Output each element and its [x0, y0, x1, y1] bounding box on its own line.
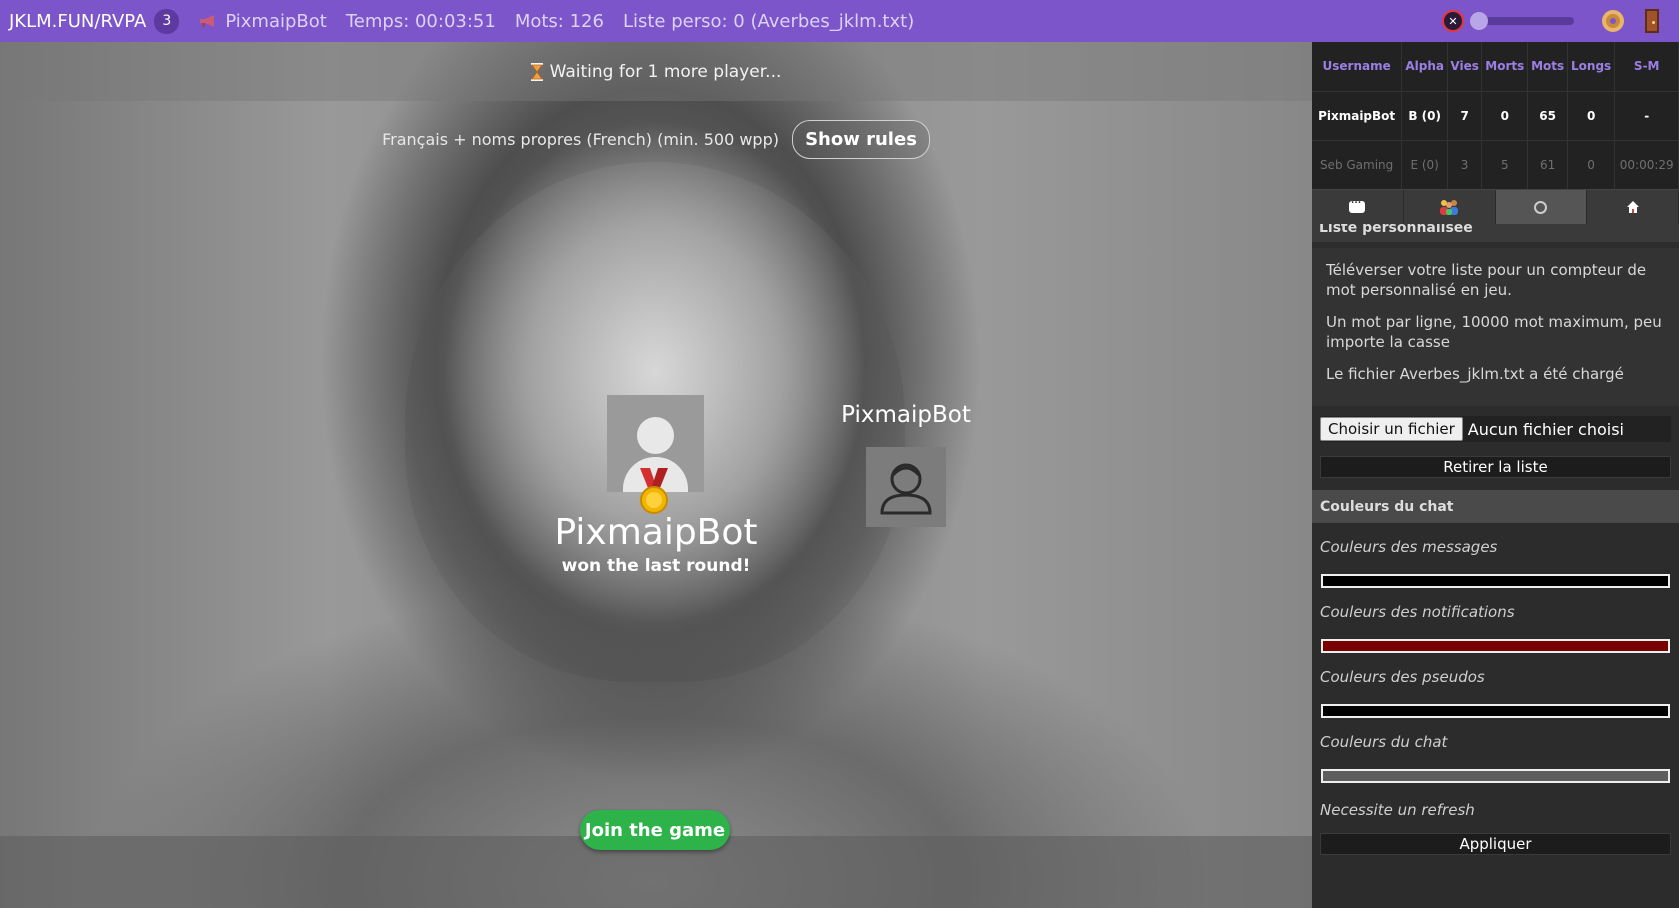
cell-mots: 61	[1527, 139, 1568, 189]
cell-mots: 65	[1527, 90, 1568, 140]
description-text: Un mot par ligne, 10000 mot maximum, peu…	[1326, 313, 1662, 351]
scoreboard-header-row: Username Alpha Vies Morts Mots Longs S-M	[1312, 42, 1679, 91]
side-panel: Username Alpha Vies Morts Mots Longs S-M…	[1312, 42, 1679, 908]
messages-color-picker[interactable]	[1321, 574, 1670, 588]
bot-name: PixmaipBot	[225, 10, 327, 32]
bot-indicator: PixmaipBot	[199, 11, 327, 32]
chat-colors-heading: Couleurs du chat	[1312, 490, 1679, 523]
gear-icon	[1534, 200, 1548, 214]
volume-slider-knob[interactable]	[1470, 12, 1488, 30]
top-bar: JKLM.FUN/RVPA 3 PixmaipBot Temps: 00:03:…	[0, 0, 1679, 42]
cell-vies: 3	[1447, 139, 1483, 189]
tab-chat[interactable]	[1312, 190, 1404, 224]
description-text: Téléverser votre liste pour un compteur …	[1326, 261, 1647, 299]
cell-longs: 0	[1567, 139, 1616, 189]
col-username[interactable]: Username	[1312, 42, 1403, 91]
cell-alpha: B (0)	[1401, 90, 1449, 140]
winner-subtitle: won the last round!	[561, 556, 751, 576]
user-icon	[880, 463, 932, 515]
elapsed-time: Temps: 00:03:51	[345, 10, 496, 32]
cell-sm: -	[1614, 90, 1679, 140]
table-row: PixmaipBot B (0) 7 0 65 0 -	[1312, 90, 1679, 140]
player-count-badge: 3	[154, 8, 180, 34]
game-stage: Waiting for 1 more player... Français + …	[0, 42, 1312, 908]
winner-name: PixmaipBot	[554, 512, 758, 553]
cell-username: PixmaipBot	[1312, 90, 1403, 140]
medal-icon	[640, 468, 668, 514]
loaded-file-status: Le fichier Averbes_jklm.txt a été chargé	[1326, 365, 1624, 383]
choose-file-button[interactable]: Choisir un fichier	[1320, 417, 1463, 441]
cell-sm: 00:00:29	[1614, 139, 1679, 189]
mute-icon[interactable]: ✕	[1442, 10, 1464, 32]
file-status-label: Aucun fichier choisi	[1467, 419, 1624, 439]
refresh-note: Necessite un refresh	[1320, 801, 1475, 819]
cell-morts: 5	[1481, 139, 1529, 189]
cell-morts: 0	[1481, 90, 1529, 140]
apply-button[interactable]: Appliquer	[1320, 833, 1671, 855]
custom-list-heading: Liste personnalisée	[1312, 224, 1679, 242]
cell-longs: 0	[1567, 90, 1616, 140]
people-icon	[1440, 200, 1459, 215]
tab-room[interactable]	[1587, 190, 1679, 224]
chat-color-label: Couleurs du chat	[1320, 733, 1448, 751]
tab-settings[interactable]	[1495, 190, 1588, 224]
waiting-status: Waiting for 1 more player...	[549, 61, 782, 82]
notifications-color-picker[interactable]	[1321, 639, 1670, 653]
custom-list-description: Téléverser votre liste pour un compteur …	[1312, 248, 1679, 406]
table-row: Seb Gaming E (0) 3 5 61 0 00:00:29	[1312, 139, 1679, 189]
room-link[interactable]: JKLM.FUN/RVPA	[9, 11, 146, 32]
pseudos-color-picker[interactable]	[1321, 704, 1670, 718]
scoreboard-table: Username Alpha Vies Morts Mots Longs S-M…	[1312, 42, 1679, 189]
join-game-button[interactable]: Join the game	[580, 810, 730, 850]
player-avatar	[866, 447, 946, 527]
house-icon	[1626, 201, 1639, 213]
topbar-controls: ✕	[1442, 0, 1679, 42]
col-alpha[interactable]: Alpha	[1401, 42, 1449, 91]
volume-slider[interactable]	[1470, 12, 1574, 30]
panel-tabs	[1312, 189, 1679, 224]
col-mots[interactable]: Mots	[1527, 42, 1568, 91]
player-name: PixmaipBot	[841, 402, 971, 428]
donut-icon[interactable]	[1602, 10, 1624, 32]
remove-list-button[interactable]: Retirer la liste	[1320, 456, 1671, 478]
cell-username: Seb Gaming	[1312, 139, 1403, 189]
file-input: Choisir un fichier Aucun fichier choisi	[1320, 416, 1671, 442]
hourglass-icon	[530, 62, 543, 81]
col-vies[interactable]: Vies	[1447, 42, 1483, 91]
notifications-color-label: Couleurs des notifications	[1320, 603, 1515, 621]
status-band: Waiting for 1 more player...	[0, 42, 1312, 101]
chat-color-picker[interactable]	[1321, 769, 1670, 783]
word-count: Mots: 126	[514, 10, 604, 32]
megaphone-icon	[200, 15, 215, 27]
cell-alpha: E (0)	[1401, 139, 1449, 189]
col-sm[interactable]: S-M	[1614, 42, 1679, 91]
custom-list-status: Liste perso: 0 (Averbes_jklm.txt)	[622, 10, 915, 32]
chat-bubble-icon	[1349, 195, 1366, 213]
cell-vies: 7	[1447, 90, 1483, 140]
door-exit-icon[interactable]	[1645, 9, 1659, 33]
tab-players[interactable]	[1404, 190, 1496, 224]
col-longs[interactable]: Longs	[1567, 42, 1616, 91]
pseudos-color-label: Couleurs des pseudos	[1320, 668, 1485, 686]
col-morts[interactable]: Morts	[1481, 42, 1529, 91]
show-rules-button[interactable]: Show rules	[792, 120, 930, 159]
rules-text: Français + noms propres (French) (min. 5…	[382, 130, 779, 149]
messages-color-label: Couleurs des messages	[1320, 538, 1498, 556]
rules-line: Français + noms propres (French) (min. 5…	[0, 120, 1312, 159]
